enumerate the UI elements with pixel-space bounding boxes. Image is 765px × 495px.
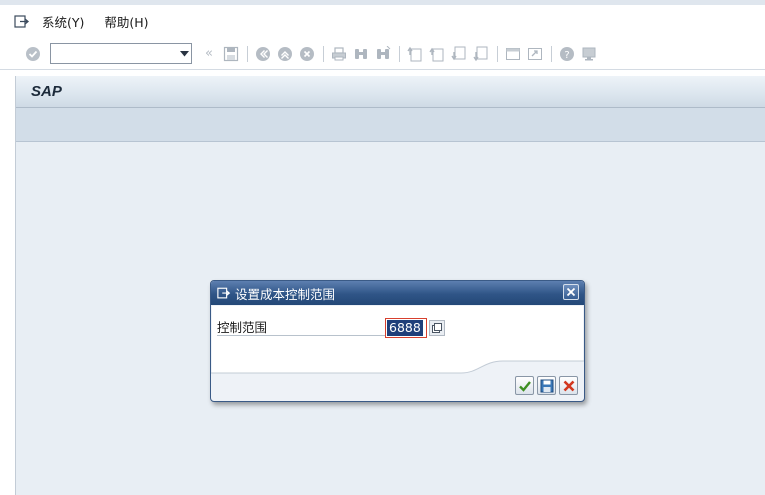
menu-item-system[interactable]: 系统(Y) [42,12,84,31]
cancel-button[interactable] [559,376,578,395]
exit-icon[interactable] [276,45,294,63]
check-icon [518,380,531,392]
controlling-area-row: 控制范围 6888 [217,318,445,338]
separator [551,45,552,62]
first-page-icon[interactable] [406,45,424,63]
customize-layout-icon[interactable] [580,45,598,63]
continue-button[interactable] [515,376,534,395]
dialog-header: 设置成本控制范围 [211,281,584,305]
separator [399,45,400,62]
help-icon[interactable]: ? [558,45,576,63]
application-toolbar [16,108,765,142]
separator [497,45,498,62]
previous-page-icon[interactable] [428,45,446,63]
print-icon[interactable] [330,45,348,63]
set-controlling-area-dialog: 设置成本控制范围 控制范围 6888 [210,280,585,402]
cancel-icon [563,380,574,391]
menu-bar: 系统(Y) 帮助(H) [0,0,765,38]
dialog-menu-icon[interactable] [217,287,231,300]
command-field[interactable] [50,43,192,64]
dialog-buttons [512,376,578,395]
controlling-area-input[interactable]: 6888 [385,318,427,338]
double-chevron-left-icon[interactable]: « [200,45,218,63]
next-page-icon[interactable] [450,45,468,63]
dialog-title: 设置成本控制范围 [235,286,336,302]
new-session-icon[interactable] [504,45,522,63]
value-help-icon [432,323,442,333]
close-icon [566,287,576,297]
chevron-down-icon[interactable] [177,44,191,63]
dialog-footer-curve [211,360,584,377]
cancel-icon[interactable] [298,45,316,63]
menu-icon[interactable] [14,14,30,29]
save-icon[interactable] [222,45,240,63]
standard-toolbar: « ? [0,38,765,70]
find-icon[interactable] [352,45,370,63]
menu-item-help[interactable]: 帮助(H) [104,12,148,31]
controlling-area-value[interactable]: 6888 [387,320,423,336]
save-button[interactable] [537,376,556,395]
title-bar: SAP [16,76,765,108]
svg-text:?: ? [564,50,569,61]
save-icon [540,379,553,392]
separator [247,45,248,62]
find-next-icon[interactable] [374,45,392,63]
value-help-button[interactable] [429,320,445,336]
shortcut-icon[interactable] [526,45,544,63]
enter-icon[interactable] [24,45,42,63]
screen-title: SAP [31,83,62,100]
back-icon[interactable] [254,45,272,63]
dialog-footer [211,360,584,401]
last-page-icon[interactable] [472,45,490,63]
close-button[interactable] [563,284,579,300]
separator [323,45,324,62]
controlling-area-label: 控制范围 [217,320,385,336]
